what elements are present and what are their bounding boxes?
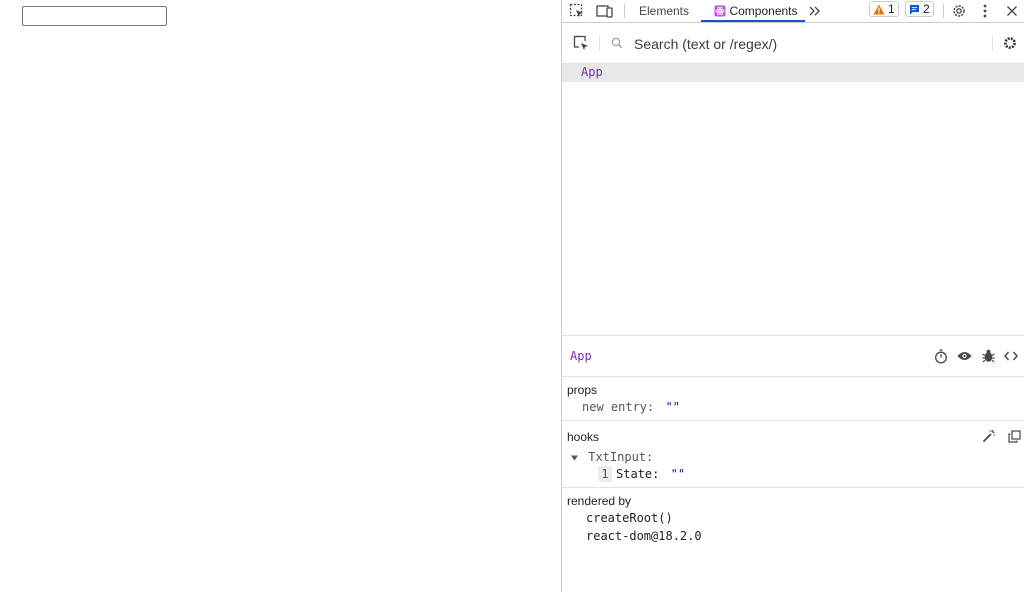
hook-state-value[interactable]: "" [671, 467, 685, 481]
message-icon [909, 4, 920, 15]
text-input[interactable] [22, 6, 167, 26]
rendered-by-title: rendered by [567, 494, 632, 508]
component-search-bar [562, 23, 1024, 64]
component-tree: App [562, 64, 1024, 334]
bug-icon[interactable] [980, 348, 996, 364]
settings-gear-icon[interactable] [950, 0, 968, 22]
tabbar-divider-right [943, 4, 944, 18]
props-title: props [567, 383, 598, 397]
view-source-code-icon[interactable] [1003, 348, 1019, 364]
select-component-icon[interactable] [572, 34, 590, 52]
hook-colon: : [646, 450, 654, 464]
warning-icon [873, 4, 885, 15]
hook-state-key: State [616, 467, 653, 481]
rendered-by-item: react-dom@18.2.0 [586, 529, 702, 543]
prop-key: new entry [582, 400, 648, 414]
search-icon [610, 36, 624, 50]
warnings-badge[interactable]: 1 [869, 1, 899, 17]
eye-icon[interactable] [956, 348, 972, 364]
kebab-menu-icon[interactable] [978, 0, 992, 22]
close-icon[interactable] [1004, 0, 1020, 22]
tab-elements[interactable]: Elements [632, 0, 696, 22]
page-viewport [0, 0, 561, 592]
react-logo-icon [714, 5, 726, 17]
search-settings-divider [992, 35, 993, 51]
component-settings-gear-icon[interactable] [1002, 35, 1018, 51]
prop-row[interactable]: new entry: "" [582, 400, 680, 414]
device-toolbar-icon[interactable] [595, 0, 615, 22]
warnings-count: 1 [888, 2, 895, 16]
rendered-by-section: rendered by createRoot() react-dom@18.2.… [562, 488, 1024, 568]
stopwatch-icon[interactable] [933, 348, 949, 364]
tree-item-label: App [581, 65, 603, 79]
hook-row[interactable]: TxtInput: [571, 450, 653, 464]
magic-wand-icon[interactable] [981, 428, 997, 444]
inspect-element-icon[interactable] [568, 0, 586, 22]
hook-index: 1 [598, 466, 612, 482]
tab-elements-label: Elements [638, 4, 690, 18]
tab-components[interactable]: Components [706, 0, 806, 22]
search-input[interactable] [632, 34, 976, 54]
inspector-header: App [562, 336, 1024, 377]
search-divider [599, 35, 600, 51]
expand-triangle-icon[interactable] [571, 450, 579, 464]
tab-components-label: Components [729, 4, 798, 18]
messages-badge[interactable]: 2 [905, 1, 934, 17]
more-tabs-chevron-icon[interactable] [807, 0, 823, 22]
rendered-by-item: createRoot() [586, 511, 673, 525]
tree-item-app[interactable]: App [562, 64, 1024, 82]
hooks-title: hooks [567, 430, 600, 444]
hooks-section: hooks TxtInput: 1 State: "" [562, 421, 1024, 487]
props-section: props new entry: "" [562, 377, 1024, 420]
tabbar-divider [624, 4, 625, 18]
prop-value[interactable]: "" [666, 400, 680, 414]
devtools-panel: Elements Components 1 2 Search (text or … [561, 0, 1024, 592]
hook-state-row[interactable]: 1 State: "" [598, 466, 685, 482]
hook-name: TxtInput [588, 450, 647, 464]
devtools-tabbar: Elements Components 1 2 [562, 0, 1024, 23]
prop-colon: : [647, 400, 655, 414]
messages-count: 2 [923, 2, 930, 16]
copy-icon[interactable] [1006, 428, 1022, 444]
selected-component-name: App [570, 349, 592, 363]
hook-state-colon: : [652, 467, 660, 481]
active-tab-indicator [701, 20, 805, 22]
